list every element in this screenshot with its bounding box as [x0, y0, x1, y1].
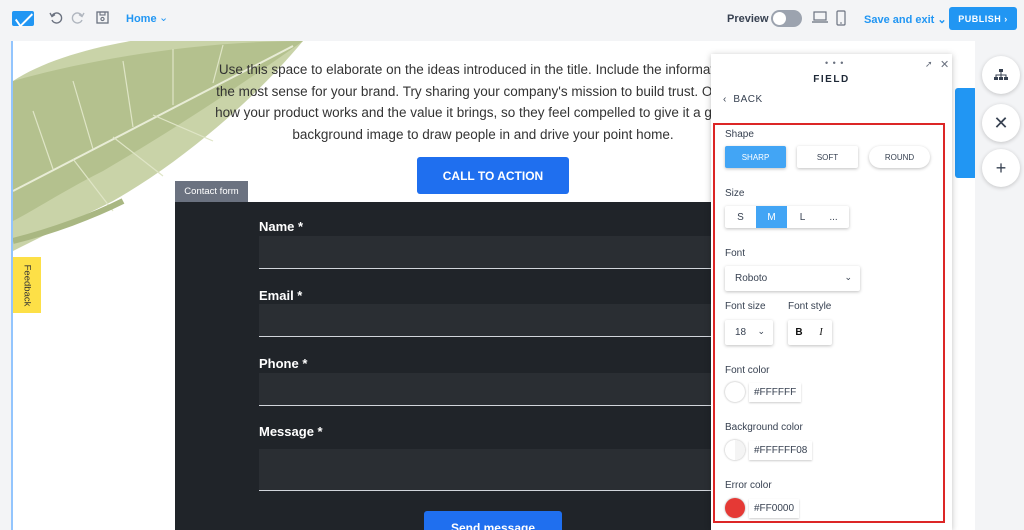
- font-label: Font: [725, 248, 746, 259]
- save-and-exit-label: Save and exit: [864, 14, 935, 26]
- page-selector[interactable]: Home: [126, 13, 157, 25]
- font-size-value: 18: [735, 327, 747, 338]
- background-color-label: Background color: [725, 422, 803, 433]
- email-field-label: Email *: [259, 288, 303, 303]
- intro-line: how your product works and the value it …: [215, 105, 751, 120]
- email-field[interactable]: [259, 304, 729, 337]
- size-more-button[interactable]: ...: [818, 206, 849, 228]
- call-to-action-button[interactable]: CALL TO ACTION: [417, 157, 569, 194]
- chevron-right-icon: ›: [1004, 13, 1008, 24]
- message-field[interactable]: [259, 449, 729, 491]
- size-l-button[interactable]: L: [787, 206, 818, 228]
- shape-soft-button[interactable]: SOFT: [797, 146, 858, 168]
- shape-round-button[interactable]: ROUND: [869, 146, 930, 168]
- plus-icon: +: [995, 157, 1007, 178]
- font-color-label: Font color: [725, 365, 770, 376]
- close-icon[interactable]: ✕: [940, 58, 949, 71]
- font-color-input[interactable]: #FFFFFF: [749, 383, 802, 402]
- redo-icon[interactable]: [71, 11, 85, 25]
- preview-toggle[interactable]: [771, 10, 802, 27]
- chevron-down-icon: ⌄: [757, 326, 765, 336]
- close-icon: ✕: [993, 112, 1009, 133]
- intro-line: the most sense for your brand. Try shari…: [216, 83, 750, 99]
- publish-label: PUBLISH: [958, 13, 1002, 24]
- close-editor-button[interactable]: ✕: [982, 104, 1020, 142]
- phone-field[interactable]: [259, 373, 729, 406]
- shape-sharp-button[interactable]: SHARP: [725, 146, 786, 168]
- send-message-button[interactable]: Send message: [424, 511, 562, 530]
- bold-button[interactable]: B: [788, 320, 810, 345]
- add-section-button[interactable]: +: [982, 149, 1020, 187]
- contact-form[interactable]: Name * Email * Phone * Message * Send me…: [175, 202, 735, 530]
- top-toolbar: Home ⌄ Preview Save and exit ⌄ PUBLISH ›: [0, 0, 1024, 38]
- feedback-tab[interactable]: Feedback: [13, 257, 41, 313]
- pin-icon[interactable]: ➚: [925, 59, 933, 70]
- envelope-logo-icon[interactable]: [12, 11, 34, 26]
- font-style-label: Font style: [788, 301, 832, 312]
- background-color-swatch[interactable]: [725, 440, 745, 460]
- sitemap-icon: [994, 69, 1008, 80]
- shape-label: Shape: [725, 129, 754, 140]
- field-settings-panel: • • • ➚ ✕ FIELD ‹ BACK Shape SHARP SOFT …: [711, 54, 952, 530]
- mobile-view-icon[interactable]: [836, 10, 846, 26]
- drag-handle-icon[interactable]: • • •: [825, 58, 844, 68]
- intro-line: Use this space to elaborate on the ideas…: [218, 62, 748, 77]
- size-selector: S M L ...: [725, 206, 849, 228]
- message-field-label: Message *: [259, 424, 323, 439]
- name-field-label: Name *: [259, 219, 304, 234]
- error-color-label: Error color: [725, 480, 772, 491]
- phone-field-label: Phone *: [259, 356, 308, 371]
- background-color-input[interactable]: #FFFFFF08: [749, 441, 813, 460]
- error-color-swatch[interactable]: [725, 498, 745, 518]
- size-s-button[interactable]: S: [725, 206, 756, 228]
- back-label: BACK: [733, 94, 763, 105]
- contact-form-tag[interactable]: Contact form: [175, 181, 248, 202]
- font-dropdown[interactable]: Roboto ⌄: [725, 266, 860, 291]
- font-size-dropdown[interactable]: 18 ⌄: [725, 320, 773, 345]
- error-color-input[interactable]: #FF0000: [749, 499, 800, 518]
- font-color-swatch[interactable]: [725, 382, 745, 402]
- chevron-down-icon[interactable]: ⌄: [159, 11, 168, 24]
- back-button[interactable]: ‹ BACK: [723, 94, 763, 105]
- intro-paragraph: Use this space to elaborate on the ideas…: [203, 59, 763, 145]
- chevron-down-icon: ⌄: [844, 272, 852, 282]
- font-size-label: Font size: [725, 301, 766, 312]
- chevron-down-icon: ⌄: [937, 14, 947, 26]
- panel-title: FIELD: [813, 74, 850, 85]
- intro-line: background image to draw people in and d…: [292, 126, 674, 142]
- save-and-exit-button[interactable]: Save and exit ⌄: [864, 13, 947, 26]
- save-draft-icon[interactable]: [96, 11, 109, 24]
- sitemap-button[interactable]: [982, 56, 1020, 94]
- name-field[interactable]: [259, 236, 729, 269]
- desktop-view-icon[interactable]: [812, 11, 828, 24]
- font-style-group: B I: [788, 320, 832, 345]
- size-m-button[interactable]: M: [756, 206, 787, 228]
- section-toolbar-strip[interactable]: [955, 88, 975, 178]
- font-value: Roboto: [735, 273, 768, 284]
- italic-button[interactable]: I: [810, 320, 832, 345]
- publish-button[interactable]: PUBLISH ›: [949, 7, 1017, 30]
- chevron-left-icon: ‹: [723, 94, 727, 105]
- undo-icon[interactable]: [49, 11, 63, 25]
- size-label: Size: [725, 188, 745, 199]
- feedback-label: Feedback: [21, 264, 33, 306]
- preview-label: Preview: [727, 13, 769, 25]
